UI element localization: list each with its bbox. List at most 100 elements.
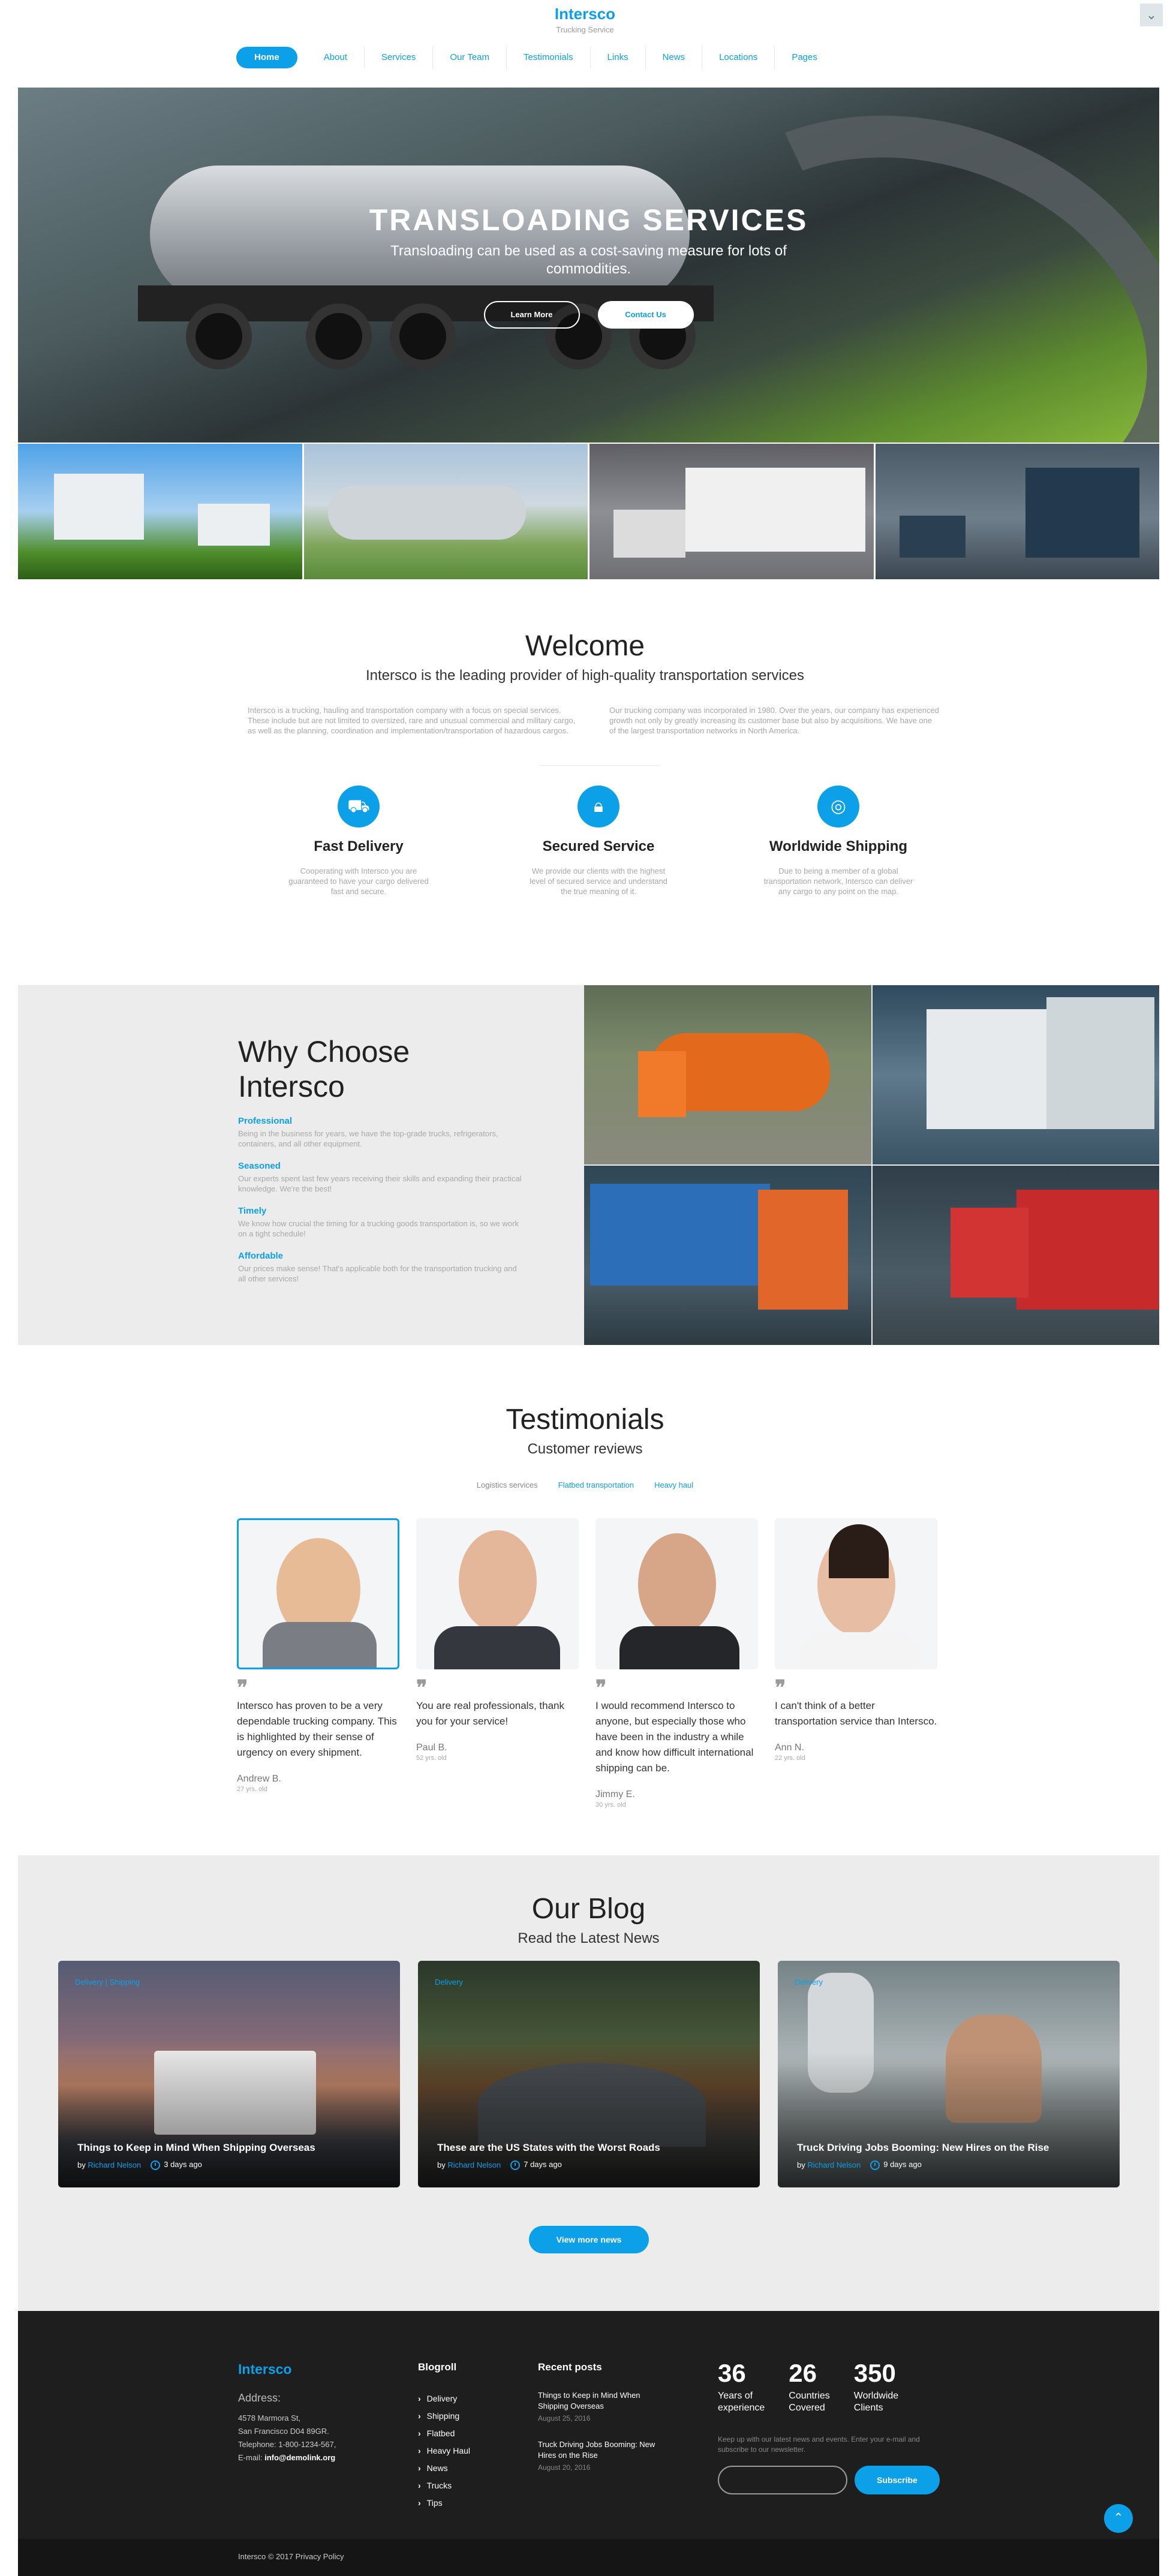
logo[interactable]: Intersco Trucking Service — [0, 5, 1170, 34]
blog-post-title[interactable]: These are the US States with the Worst R… — [437, 2142, 743, 2154]
avatar[interactable] — [775, 1518, 937, 1669]
stat-clients: 350 Worldwide Clients — [853, 2359, 899, 2413]
subscribe-button[interactable]: Subscribe — [855, 2466, 940, 2494]
brand-name[interactable]: Intersco — [0, 5, 1170, 23]
site-header: Intersco Trucking Service ⌄ Home About S… — [0, 0, 1170, 87]
blogroll-link-news[interactable]: News — [418, 2460, 470, 2477]
blog-post-author[interactable]: Richard Nelson — [807, 2160, 861, 2169]
blogroll-link-delivery[interactable]: Delivery — [418, 2390, 470, 2408]
nav-services[interactable]: Services — [365, 47, 434, 68]
gallery-image-truck-fleet[interactable] — [589, 444, 874, 579]
recent-posts-title: Recent posts — [538, 2361, 602, 2373]
avatar[interactable] — [416, 1518, 579, 1669]
avatar[interactable] — [237, 1518, 399, 1669]
welcome-text-right: Our trucking company was incorporated in… — [609, 706, 939, 735]
why-item-affordable: Affordable Our prices make sense! That's… — [238, 1251, 517, 1283]
blog-post-card[interactable]: Delivery These are the US States with th… — [418, 1961, 760, 2187]
avatar[interactable] — [595, 1518, 758, 1669]
blogroll-link-tips[interactable]: Tips — [418, 2494, 470, 2512]
feature-title: Worldwide Shipping — [769, 838, 908, 854]
blogroll-link-heavy-haul[interactable]: Heavy Haul — [418, 2442, 470, 2460]
blog-post-author[interactable]: Richard Nelson — [88, 2160, 141, 2169]
nav-links[interactable]: Links — [591, 47, 646, 68]
blog-post-title[interactable]: Things to Keep in Mind When Shipping Ove… — [77, 2142, 383, 2154]
testimonial-card[interactable]: ❞ I can't think of a better transportati… — [775, 1518, 937, 1808]
why-image-grid — [584, 985, 1159, 1345]
testimonial-card[interactable]: ❞ Intersco has proven to be a very depen… — [237, 1518, 399, 1808]
gallery-image-tanker[interactable] — [303, 444, 588, 579]
stat-years: 36 Years of experience — [718, 2359, 765, 2413]
blog-post-tags[interactable]: Delivery | Shipping — [75, 1978, 140, 1987]
testimonial-card[interactable]: ❞ You are real professionals, thank you … — [416, 1518, 579, 1808]
hero-banner: TRANSLOADING SERVICES Transloading can b… — [18, 88, 1159, 443]
copyright[interactable]: Intersco © 2017 Privacy Policy — [238, 2552, 344, 2561]
testimonial-author: Ann N. — [775, 1743, 804, 1753]
gallery-image-blue-trucks[interactable] — [875, 444, 1159, 579]
testimonials-section: Testimonials Customer reviews Logistics … — [0, 1403, 1170, 1808]
why-choose-section: Why Choose Intersco Professional Being i… — [18, 985, 1159, 1345]
scroll-to-top-button[interactable]: ⌃ — [1104, 2504, 1133, 2533]
testimonial-age: 30 yrs. old — [595, 1801, 626, 1808]
learn-more-button[interactable]: Learn More — [483, 301, 580, 329]
tab-heavy-haul[interactable]: Heavy haul — [654, 1480, 693, 1489]
welcome-text-left: Intersco is a trucking, hauling and tran… — [248, 706, 576, 735]
blog-post-card[interactable]: Delivery | Shipping Things to Keep in Mi… — [58, 1961, 400, 2187]
truck-icon: ⛟ — [338, 786, 380, 827]
nav-home[interactable]: Home — [236, 47, 297, 68]
globe-icon: ◎ — [817, 786, 859, 827]
hero-title: TRANSLOADING SERVICES — [369, 203, 808, 237]
blogroll-link-trucks[interactable]: Trucks — [418, 2477, 470, 2494]
site-footer: Intersco Address: 4578 Marmora St, San F… — [18, 2311, 1159, 2576]
nav-about[interactable]: About — [307, 47, 365, 68]
nav-locations[interactable]: Locations — [702, 47, 775, 68]
address-label: Address: — [238, 2392, 281, 2404]
email-link[interactable]: info@demolink.org — [264, 2453, 335, 2462]
testimonial-author: Andrew B. — [237, 1774, 281, 1784]
blog-post-author[interactable]: Richard Nelson — [447, 2160, 501, 2169]
clock-icon — [151, 2160, 161, 2170]
welcome-section: Welcome Intersco is the leading provider… — [0, 630, 1170, 896]
testimonial-author: Paul B. — [416, 1743, 447, 1753]
footer-recent-posts: Recent posts Things to Keep in Mind When… — [538, 2361, 670, 2472]
testimonial-quote: You are real professionals, thank you fo… — [416, 1700, 564, 1727]
footer-brand[interactable]: Intersco — [238, 2361, 336, 2378]
nav-news[interactable]: News — [646, 47, 703, 68]
blog-post-title[interactable]: Truck Driving Jobs Booming: New Hires on… — [797, 2142, 1103, 2154]
recent-post[interactable]: Things to Keep in Mind When Shipping Ove… — [538, 2390, 670, 2422]
nav-pages[interactable]: Pages — [775, 47, 834, 68]
testimonial-quote: Intersco has proven to be a very dependa… — [237, 1700, 397, 1758]
main-nav: Home About Services Our Team Testimonial… — [236, 47, 834, 68]
telephone[interactable]: Telephone: 1-800-1234-567, — [238, 2438, 336, 2451]
testimonial-card[interactable]: ❞ I would recommend Intersco to anyone, … — [595, 1518, 758, 1808]
why-item-seasoned: Seasoned Our experts spent last few year… — [238, 1161, 522, 1193]
testimonial-tabs: Logistics services Flatbed transportatio… — [0, 1480, 1170, 1489]
address-block: 4578 Marmora St, San Francisco D04 89GR.… — [238, 2414, 336, 2462]
recent-post[interactable]: Truck Driving Jobs Booming: New Hires on… — [538, 2439, 670, 2472]
why-title: Why Choose Intersco — [238, 1035, 410, 1103]
tab-logistics-services[interactable]: Logistics services — [477, 1480, 538, 1489]
feature-worldwide-shipping: ◎ Worldwide Shipping Due to being a memb… — [763, 786, 913, 896]
newsletter-email-input[interactable] — [718, 2466, 847, 2494]
blog-post-tags[interactable]: Delivery — [435, 1978, 463, 1987]
lock-icon: 🔒︎ — [578, 786, 619, 827]
feature-text: Cooperating with Intersco you are guaran… — [288, 866, 429, 896]
testimonial-author: Jimmy E. — [595, 1789, 635, 1799]
gallery-image-white-trucks[interactable] — [18, 444, 302, 579]
newsletter-text: Keep up with our latest news and events.… — [718, 2435, 920, 2454]
tab-flatbed-transportation[interactable]: Flatbed transportation — [558, 1480, 634, 1489]
truck-gallery — [18, 444, 1159, 579]
blogroll-link-flatbed[interactable]: Flatbed — [418, 2425, 470, 2442]
white-truck-image — [872, 985, 1159, 1164]
nav-our-team[interactable]: Our Team — [433, 47, 507, 68]
contact-us-button[interactable]: Contact Us — [597, 301, 694, 329]
quote-icon: ❞ — [237, 1676, 248, 1700]
footer-stats-newsletter: 36 Years of experience 26 Countries Covere… — [718, 2359, 946, 2494]
blog-post-card[interactable]: Delivery Truck Driving Jobs Booming: New… — [778, 1961, 1120, 2187]
chevron-down-icon[interactable]: ⌄ — [1140, 4, 1163, 26]
quote-icon: ❞ — [595, 1676, 607, 1700]
blog-post-tags[interactable]: Delivery — [795, 1978, 823, 1987]
blogroll-link-shipping[interactable]: Shipping — [418, 2408, 470, 2425]
nav-testimonials[interactable]: Testimonials — [507, 47, 591, 68]
newsletter-form: Subscribe — [718, 2466, 946, 2494]
view-more-news-button[interactable]: View more news — [529, 2226, 649, 2253]
